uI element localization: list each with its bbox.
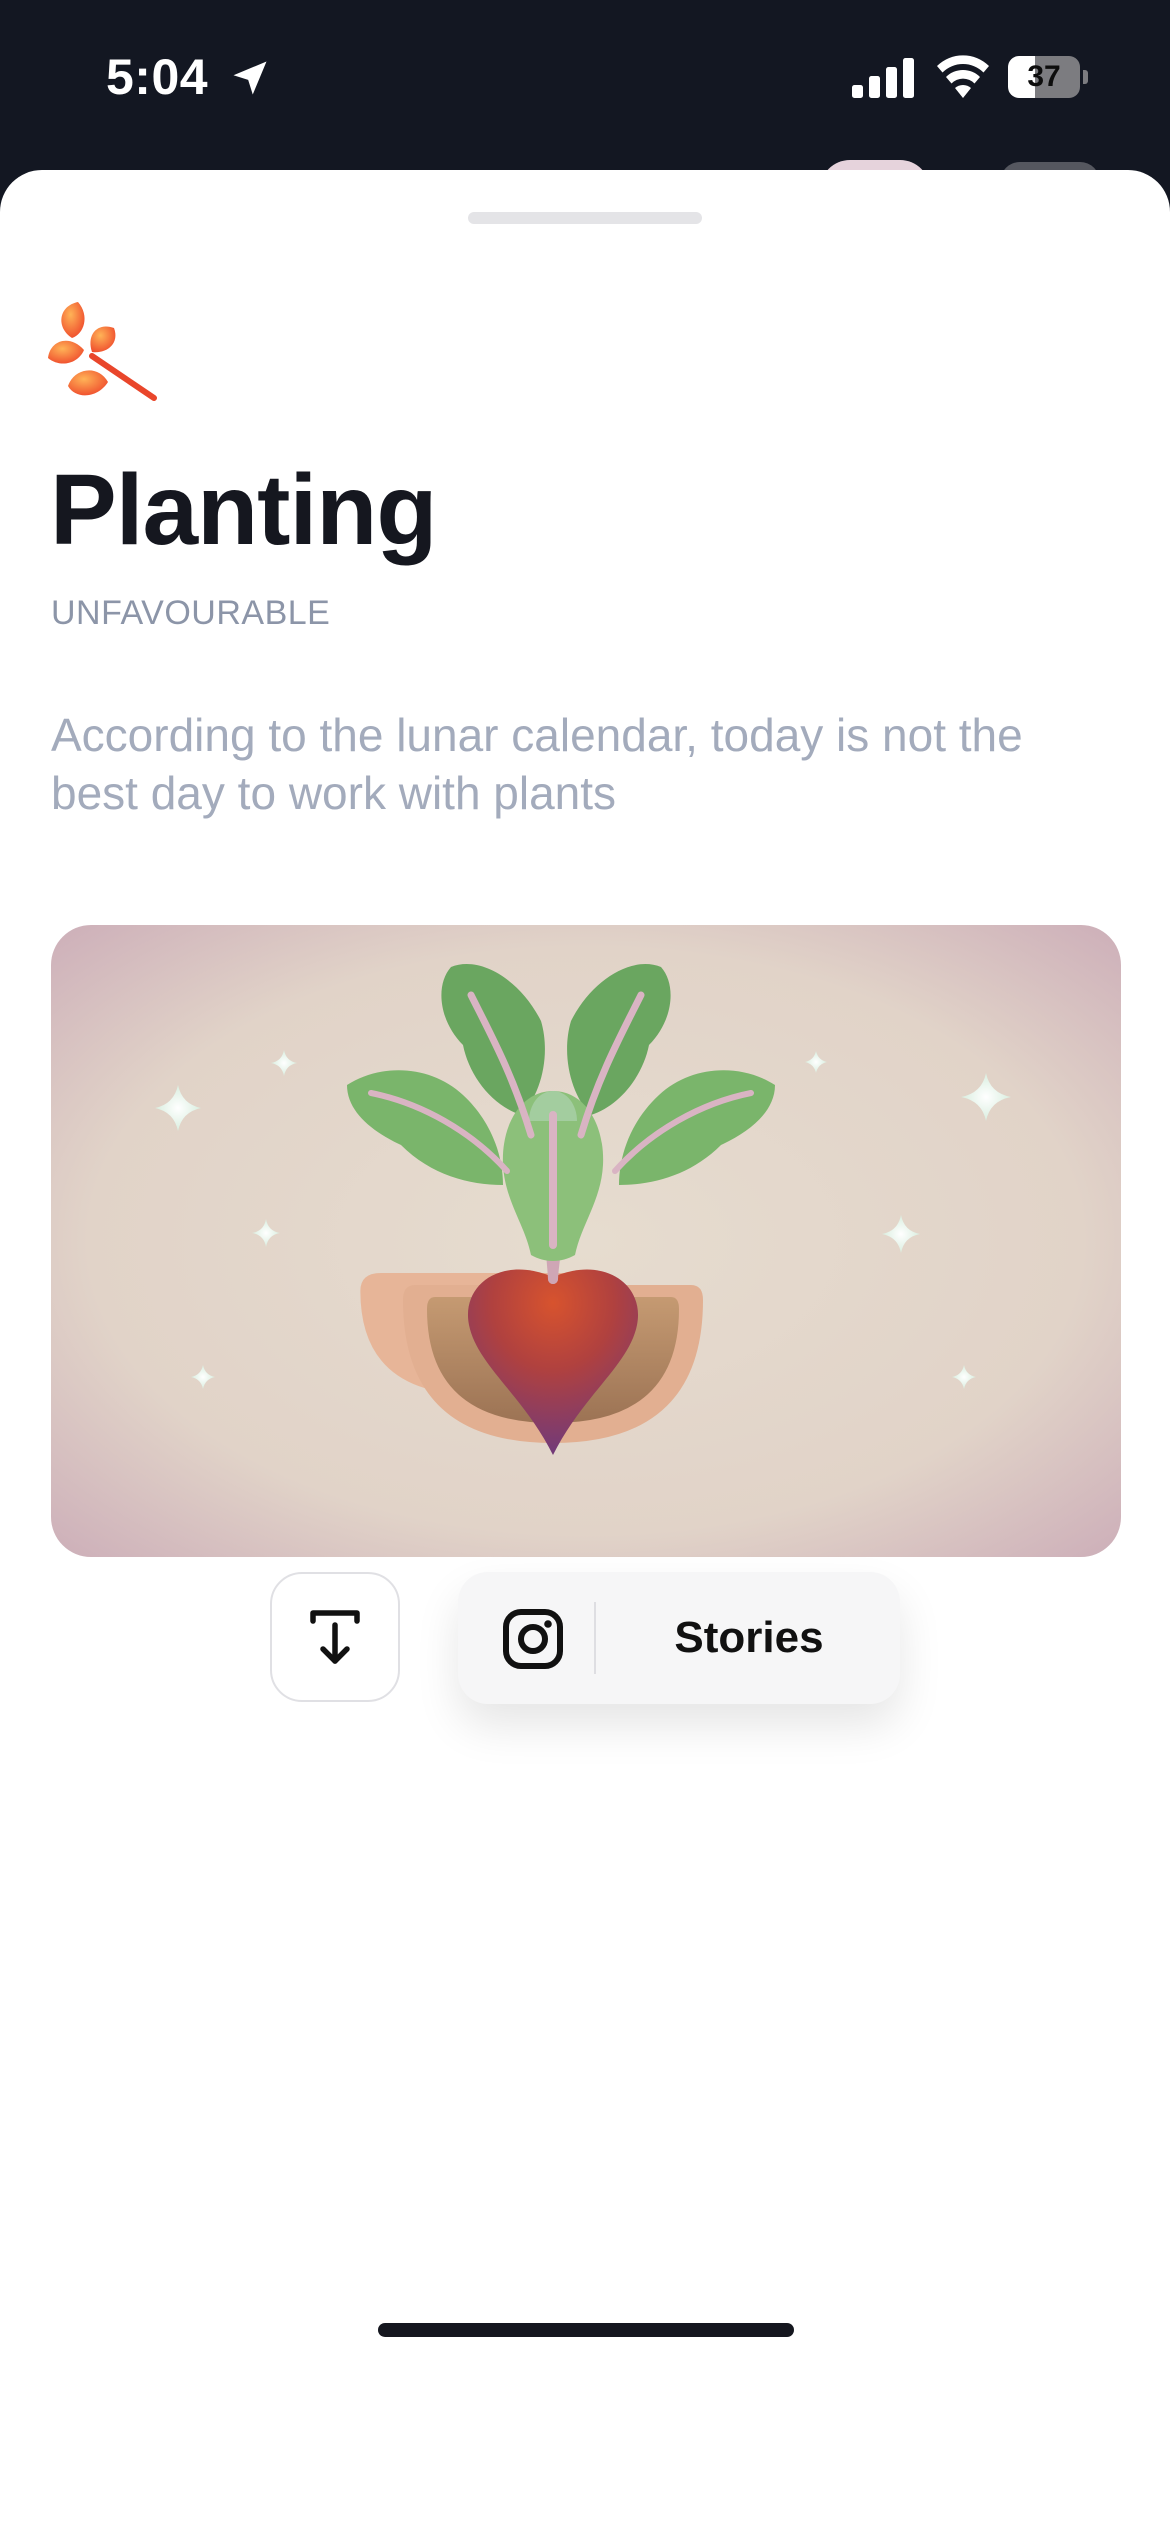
description-text: According to the lunar calendar, today i… [51,709,1023,819]
beetroot-in-pot-illustration [51,925,1121,1557]
battery-icon: 37 [1008,56,1088,98]
button-divider [594,1602,596,1674]
share-label: Stories [674,1613,824,1662]
status-label: UNFAVOURABLE [51,594,331,632]
orange-leaf-icon [48,302,157,401]
status-bar: 5:04 37 [0,0,1170,190]
battery-cap [1083,70,1088,84]
battery-body: 37 [1008,56,1080,98]
share-stories-button[interactable]: Stories [458,1572,900,1704]
home-indicator[interactable] [378,2323,794,2337]
wifi-icon [937,55,989,98]
status-time: 5:04 [106,49,209,105]
cellular-signal-icon [852,58,914,98]
page-title: Planting [50,454,437,566]
detail-sheet: Planting UNFAVOURABLE According to the l… [0,170,1170,2532]
instagram-icon [503,1609,563,1669]
export-button[interactable] [270,1572,400,1702]
location-arrow-icon [233,61,267,95]
sheet-grabber[interactable] [468,212,702,224]
export-down-icon [310,1610,360,1664]
beetroot-illustration [51,925,1121,1557]
battery-percentage: 37 [1027,60,1061,93]
